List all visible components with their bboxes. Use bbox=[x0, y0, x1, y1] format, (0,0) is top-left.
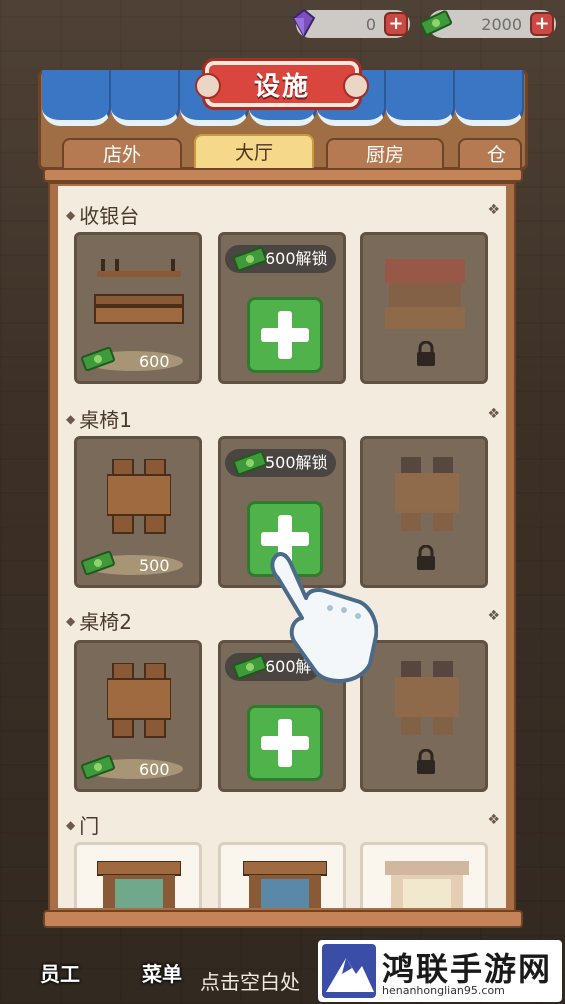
section-title-tables-2: ◆ 桌椅2 bbox=[66, 610, 132, 634]
watermark-url: henanhonglian95.com bbox=[382, 984, 505, 997]
door-image bbox=[97, 861, 181, 908]
diamond-icon: ❖ bbox=[487, 406, 500, 422]
diamond-icon: ◆ bbox=[66, 817, 76, 832]
add-cash-button[interactable]: + bbox=[530, 12, 554, 36]
diamond-icon: ❖ bbox=[487, 608, 500, 624]
table-chairs-image bbox=[107, 459, 171, 534]
cash-counter: 2000 + bbox=[420, 10, 556, 38]
section-title-door: ◆ 门 bbox=[66, 814, 100, 838]
add-gems-button[interactable]: + bbox=[384, 12, 408, 36]
lock-icon bbox=[417, 341, 435, 366]
facility-list[interactable]: ◆ 收银台 ❖ 600 600解锁 ◆ 桌椅1 ❖ 500 500解锁 ◆ 桌椅… bbox=[58, 186, 506, 908]
purple-gem-icon bbox=[292, 8, 316, 38]
tab-storage[interactable]: 仓 bbox=[458, 138, 522, 170]
nav-staff[interactable]: 员工 bbox=[40, 958, 80, 987]
diamond-icon: ◆ bbox=[66, 207, 76, 222]
door-image bbox=[385, 861, 469, 908]
watermark-logo-icon bbox=[322, 944, 376, 998]
lock-icon bbox=[417, 749, 435, 774]
facility-card-owned[interactable] bbox=[218, 842, 346, 908]
unlock-price-pill: 600解锁 bbox=[225, 245, 336, 273]
tab-bar bbox=[43, 168, 523, 182]
facility-card-owned[interactable]: 600 bbox=[74, 640, 202, 792]
panel-bottom-bar bbox=[43, 910, 523, 928]
door-image bbox=[243, 861, 327, 908]
section-title-tables-1: ◆ 桌椅1 bbox=[66, 408, 132, 432]
tab-outside[interactable]: 店外 bbox=[62, 138, 182, 170]
green-cash-icon bbox=[81, 755, 115, 779]
facility-card-owned[interactable]: 600 bbox=[74, 232, 202, 384]
green-cash-icon bbox=[420, 10, 452, 36]
nav-menu[interactable]: 菜单 bbox=[142, 958, 182, 987]
price-label: 500 bbox=[139, 556, 170, 575]
diamond-icon: ◆ bbox=[66, 613, 76, 628]
table-chairs-image bbox=[395, 661, 459, 735]
price-label: 600 bbox=[139, 760, 170, 779]
facility-card-owned[interactable]: 500 bbox=[74, 436, 202, 588]
diamond-icon: ❖ bbox=[487, 202, 500, 218]
unlock-plus-button[interactable] bbox=[247, 705, 323, 781]
facility-card-locked[interactable] bbox=[360, 232, 488, 384]
facility-card-unlockable[interactable]: 600解锁 bbox=[218, 232, 346, 384]
facility-card-locked[interactable] bbox=[360, 436, 488, 588]
green-cash-icon bbox=[233, 247, 267, 271]
price-label: 600 bbox=[139, 352, 170, 371]
page-title: 设施 bbox=[253, 71, 310, 102]
green-cash-icon bbox=[81, 347, 115, 371]
tutorial-hand-pointer-icon bbox=[270, 552, 378, 684]
tab-hall[interactable]: 大厅 bbox=[194, 134, 314, 170]
tap-to-close-hint: 点击空白处 bbox=[200, 970, 300, 994]
green-cash-icon bbox=[81, 551, 115, 575]
facility-card-owned[interactable] bbox=[74, 842, 202, 908]
unlock-plus-button[interactable] bbox=[247, 297, 323, 373]
tab-kitchen[interactable]: 厨房 bbox=[326, 138, 444, 170]
diamond-icon: ❖ bbox=[487, 812, 500, 828]
title-sign: 设施 bbox=[195, 58, 369, 110]
green-cash-icon bbox=[233, 451, 267, 475]
facility-card-locked[interactable] bbox=[360, 842, 488, 908]
table-chairs-image bbox=[107, 663, 171, 738]
diamond-icon: ◆ bbox=[66, 411, 76, 426]
gem-counter: 0 + bbox=[292, 8, 410, 38]
watermark: 鸿联手游网 henanhonglian95.com bbox=[318, 940, 562, 1002]
section-title-cashier: ◆ 收银台 bbox=[66, 204, 140, 228]
cashier-counter-image bbox=[94, 259, 184, 324]
green-cash-icon bbox=[233, 655, 267, 679]
unlock-price-pill: 500解锁 bbox=[225, 449, 336, 477]
facility-card-locked[interactable] bbox=[360, 640, 488, 792]
table-chairs-image bbox=[395, 457, 459, 531]
lock-icon bbox=[417, 545, 435, 570]
cashier-counter-image bbox=[385, 259, 465, 329]
